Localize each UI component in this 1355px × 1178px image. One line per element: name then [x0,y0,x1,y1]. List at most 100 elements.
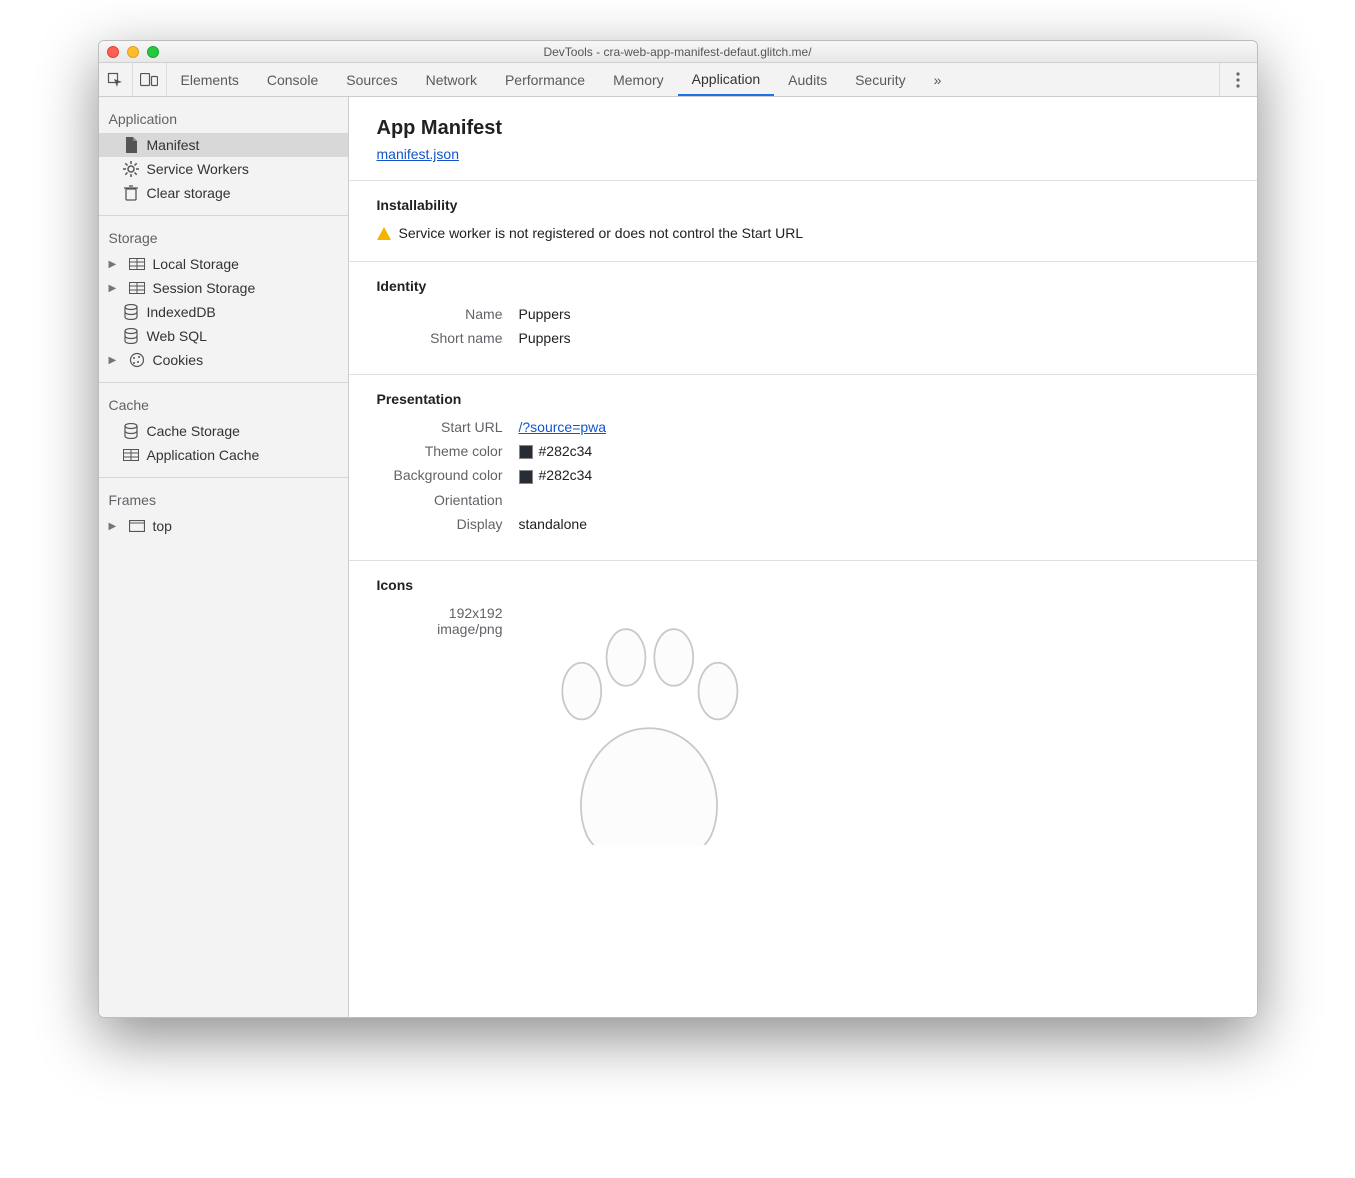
sidebar-item-label: Cache Storage [147,423,240,439]
field-label: Background color [349,467,519,483]
field-label: Theme color [349,443,519,459]
tab-performance[interactable]: Performance [491,63,599,96]
tab-memory[interactable]: Memory [599,63,678,96]
tab-audits[interactable]: Audits [774,63,841,96]
sidebar-item-label: Session Storage [153,280,256,296]
frame-icon [129,518,145,534]
sidebar-item-clear-storage[interactable]: Clear storage [99,181,348,205]
sidebar-item-indexeddb[interactable]: IndexedDB [99,300,348,324]
window-titlebar: DevTools - cra-web-app-manifest-defaut.g… [99,41,1257,63]
tab-elements[interactable]: Elements [167,63,253,96]
presentation-section: Presentation Start URL /?source=pwa Them… [349,374,1257,560]
display-row: Display standalone [349,516,1257,532]
table-icon [129,256,145,272]
installability-section: Installability Service worker is not reg… [349,180,1257,261]
color-swatch [519,445,533,459]
devtools-body: Application Manifest Service Workers [99,97,1257,1017]
gear-icon [123,161,139,177]
window-close-button[interactable] [107,46,119,58]
icons-section: Icons 192x192 image/png [349,560,1257,865]
icon-preview [519,605,1257,845]
sidebar-item-label: Web SQL [147,328,207,344]
identity-section: Identity Name Puppers Short name Puppers [349,261,1257,374]
window-minimize-button[interactable] [127,46,139,58]
icon-mime: image/png [349,621,503,637]
identity-short-name-row: Short name Puppers [349,330,1257,346]
field-label: Display [349,516,519,532]
manifest-link[interactable]: manifest.json [377,146,1257,162]
sidebar-item-local-storage[interactable]: ▶ Local Storage [99,252,348,276]
field-value: standalone [519,516,588,532]
sidebar-item-web-sql[interactable]: Web SQL [99,324,348,348]
cookie-icon [129,352,145,368]
section-heading: Presentation [377,391,1257,407]
devtools-toolbar: Elements Console Sources Network Perform… [99,63,1257,97]
section-heading: Installability [377,197,1257,213]
sidebar-item-label: IndexedDB [147,304,216,320]
application-sidebar: Application Manifest Service Workers [99,97,349,1017]
sidebar-group-cache: Cache Cache Storage Application Cache [99,382,348,477]
icon-meta: 192x192 image/png [349,605,519,845]
start-url-link[interactable]: /?source=pwa [519,419,607,435]
inspect-element-button[interactable] [99,63,133,96]
orientation-row: Orientation [349,492,1257,508]
devtools-menu-button[interactable] [1219,63,1257,96]
sidebar-item-label: Local Storage [153,256,239,272]
sidebar-item-label: Manifest [147,137,200,153]
database-icon [123,423,139,439]
sidebar-item-manifest[interactable]: Manifest [99,133,348,157]
expand-triangle-icon[interactable]: ▶ [109,355,119,366]
devtools-window: DevTools - cra-web-app-manifest-defaut.g… [98,40,1258,1018]
warning-text: Service worker is not registered or does… [399,225,804,241]
window-maximize-button[interactable] [147,46,159,58]
sidebar-item-session-storage[interactable]: ▶ Session Storage [99,276,348,300]
sidebar-item-label: Cookies [153,352,204,368]
field-label: Start URL [349,419,519,435]
sidebar-item-application-cache[interactable]: Application Cache [99,443,348,467]
sidebar-item-label: Application Cache [147,447,260,463]
field-value: Puppers [519,330,571,346]
sidebar-item-label: Clear storage [147,185,231,201]
device-toolbar-button[interactable] [133,63,167,96]
field-label: Name [349,306,519,322]
expand-triangle-icon[interactable]: ▶ [109,259,119,270]
tab-security[interactable]: Security [841,63,920,96]
field-value: Puppers [519,306,571,322]
sidebar-item-label: Service Workers [147,161,249,177]
sidebar-section-frames: Frames [99,482,348,514]
color-hex: #282c34 [539,467,593,483]
sidebar-section-storage: Storage [99,220,348,252]
identity-name-row: Name Puppers [349,306,1257,322]
sidebar-group-frames: Frames ▶ top [99,477,348,548]
field-value: #282c34 [519,443,593,459]
devtools-tabs: Elements Console Sources Network Perform… [167,63,952,96]
tab-console[interactable]: Console [253,63,332,96]
color-swatch [519,470,533,484]
sidebar-item-cookies[interactable]: ▶ Cookies [99,348,348,372]
tabs-overflow-button[interactable]: » [924,63,952,96]
sidebar-item-service-workers[interactable]: Service Workers [99,157,348,181]
table-icon [129,280,145,296]
tab-sources[interactable]: Sources [332,63,411,96]
start-url-row: Start URL /?source=pwa [349,419,1257,435]
field-label: Short name [349,330,519,346]
sidebar-section-cache: Cache [99,387,348,419]
expand-triangle-icon[interactable]: ▶ [109,283,119,294]
sidebar-item-label: top [153,518,172,534]
sidebar-item-cache-storage[interactable]: Cache Storage [99,419,348,443]
field-value: #282c34 [519,467,593,483]
sidebar-item-top-frame[interactable]: ▶ top [99,514,348,538]
background-color-row: Background color #282c34 [349,467,1257,483]
theme-color-row: Theme color #282c34 [349,443,1257,459]
field-label: Orientation [349,492,519,508]
database-icon [123,304,139,320]
expand-triangle-icon[interactable]: ▶ [109,521,119,532]
window-title: DevTools - cra-web-app-manifest-defaut.g… [107,45,1249,59]
tab-network[interactable]: Network [412,63,491,96]
manifest-panel: App Manifest manifest.json Installabilit… [349,97,1257,1017]
tab-application[interactable]: Application [678,63,775,96]
icon-size: 192x192 [349,605,503,621]
table-icon [123,447,139,463]
section-heading: Identity [377,278,1257,294]
panel-heading: App Manifest [377,117,1257,140]
